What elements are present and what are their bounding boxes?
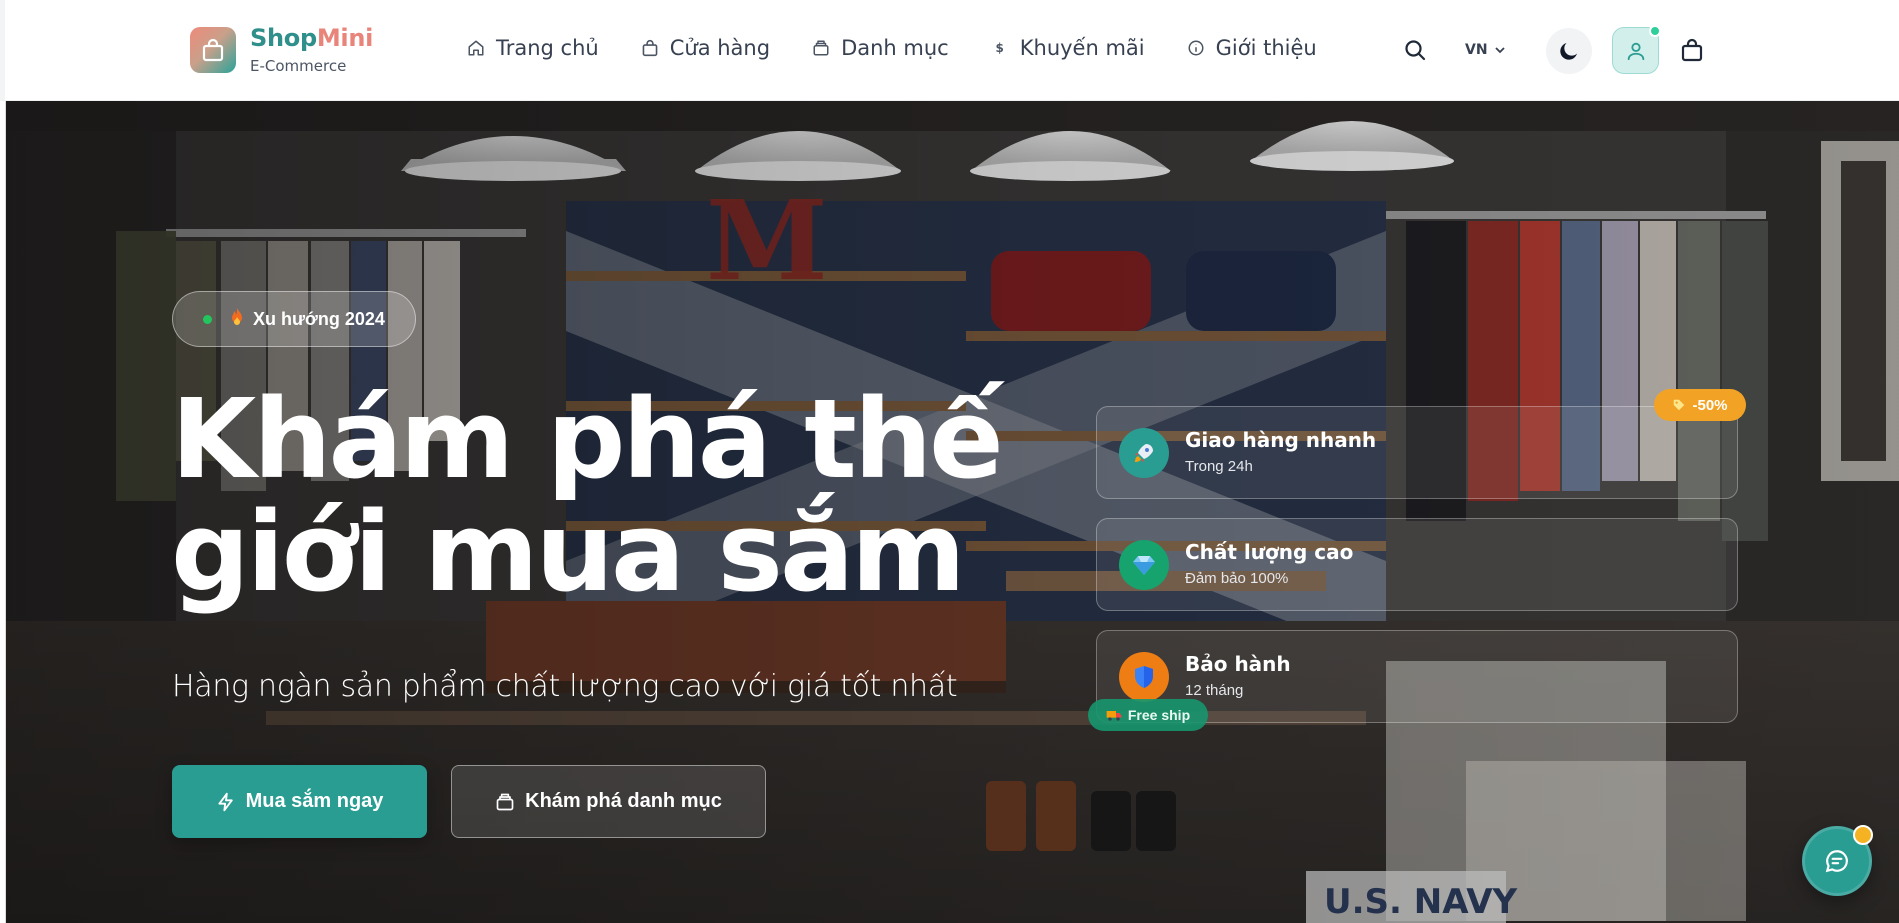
language-label: VN [1465, 42, 1488, 58]
dark-mode-toggle[interactable] [1546, 28, 1592, 74]
nav-item-promotions[interactable]: $ Khuyến mãi [990, 36, 1145, 60]
nav-item-store[interactable]: Cửa hàng [640, 36, 770, 60]
headline-line-2: giới mua sắm [171, 488, 966, 616]
layers-icon [495, 792, 515, 812]
trend-badge-label: Xu hướng 2024 [253, 308, 385, 329]
language-selector[interactable]: VN [1465, 38, 1506, 62]
nav-item-about[interactable]: Giới thiệu [1186, 36, 1317, 60]
hero-section: M [5, 101, 1899, 923]
nav-item-label: Trang chủ [496, 36, 599, 60]
user-account-button[interactable] [1612, 25, 1661, 74]
brand-subtitle: E-Commerce [250, 57, 347, 75]
brand-name: ShopMini [250, 24, 374, 52]
feature-title: Giao hàng nhanh [1185, 428, 1377, 452]
user-icon [1627, 42, 1644, 60]
tag-icon [1674, 399, 1685, 411]
layers-icon [811, 38, 831, 58]
shield-icon [1119, 651, 1169, 702]
search-button[interactable] [1401, 36, 1429, 64]
top-header: ShopMini E-Commerce Trang chủ Cửa hàng D… [0, 0, 1899, 101]
nav-item-home[interactable]: Trang chủ [466, 36, 599, 60]
feature-title: Chất lượng cao [1185, 540, 1354, 564]
headline-line-1: Khám phá thế [171, 375, 1004, 503]
info-icon [1186, 38, 1206, 58]
lightning-icon [216, 792, 236, 812]
nav-item-label: Danh mục [841, 36, 949, 60]
moon-icon [1560, 43, 1577, 60]
sale-badge: -50% [1654, 389, 1746, 421]
status-dot [203, 314, 212, 324]
trend-badge: Xu hướng 2024 [172, 291, 416, 347]
logo[interactable]: ShopMini E-Commerce [190, 26, 373, 74]
nav-item-label: Cửa hàng [669, 36, 771, 60]
cart-button[interactable] [1678, 36, 1706, 64]
shopping-bag-icon [190, 27, 236, 73]
hero-subtitle: Hàng ngàn sản phẩm chất lượng cao với gi… [172, 669, 958, 704]
sale-badge-label: -50% [1692, 396, 1728, 414]
free-ship-label: Free ship [1127, 707, 1191, 723]
free-ship-badge: Free ship [1088, 699, 1208, 731]
feature-subtitle: 12 tháng [1185, 682, 1244, 699]
hero-headline: Khám phá thế giới mua sắm [171, 383, 1071, 609]
fire-icon [230, 307, 244, 331]
chat-button[interactable] [1802, 825, 1873, 896]
chat-icon [1825, 850, 1848, 873]
nav-item-categories[interactable]: Danh mục [811, 36, 949, 60]
feature-title: Bảo hành [1185, 652, 1291, 676]
explore-categories-button[interactable]: Khám phá danh mục [451, 765, 766, 838]
nav-item-label: Khuyến mãi [1019, 36, 1145, 60]
online-status-dot [1649, 25, 1661, 37]
shop-now-button[interactable]: Mua sắm ngay [172, 765, 427, 838]
nav-item-label: Giới thiệu [1215, 36, 1317, 60]
home-icon [466, 38, 486, 58]
shopping-bag-icon [640, 38, 660, 58]
rocket-icon [1119, 427, 1169, 478]
search-icon [1405, 40, 1426, 61]
truck-icon [1106, 711, 1122, 721]
shop-now-label: Mua sắm ngay [245, 790, 384, 812]
feature-card-fast-delivery: Giao hàng nhanh Trong 24h [1096, 406, 1738, 499]
chevron-down-icon [1494, 47, 1505, 54]
dollar-icon: $ [995, 41, 1004, 55]
feature-subtitle: Đảm bảo 100% [1185, 570, 1289, 587]
diamond-icon [1119, 539, 1169, 590]
main-nav: Trang chủ Cửa hàng Danh mục $ Khuyến mãi… [466, 36, 1358, 60]
explore-categories-label: Khám phá danh mục [525, 790, 722, 812]
feature-card-high-quality: Chất lượng cao Đảm bảo 100% [1096, 518, 1738, 611]
feature-subtitle: Trong 24h [1185, 458, 1253, 475]
notification-dot [1853, 825, 1873, 845]
cart-bag-icon [1681, 38, 1703, 62]
